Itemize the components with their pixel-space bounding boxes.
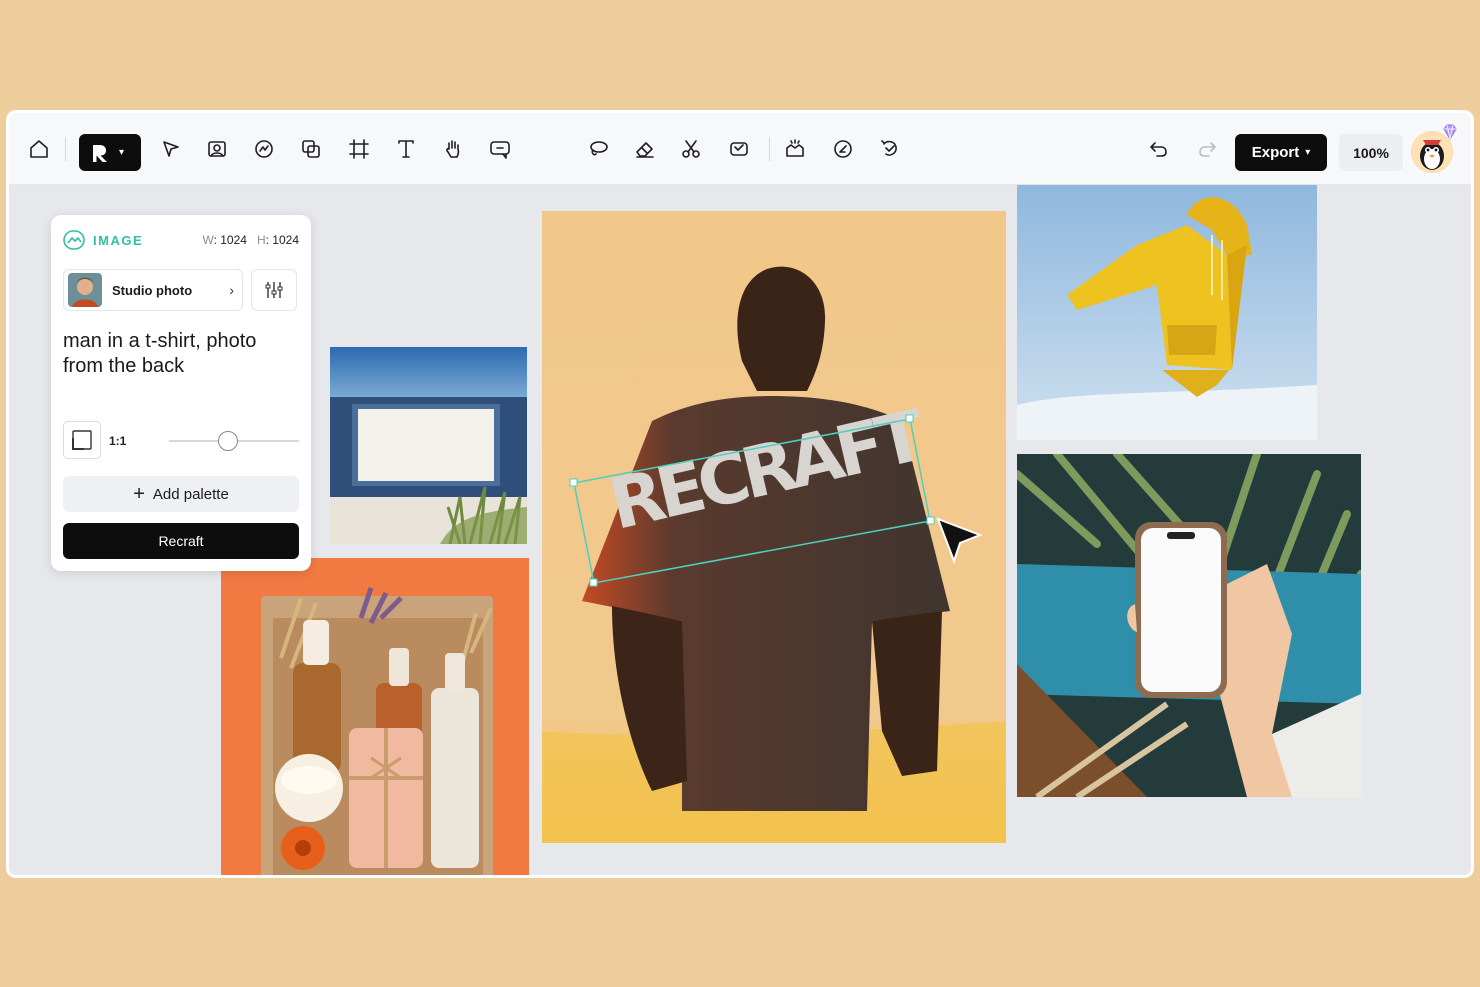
undo-icon[interactable] [1145, 135, 1173, 163]
sliders-icon [265, 282, 283, 298]
panel-type-label: IMAGE [93, 232, 144, 248]
avatar[interactable] [1411, 124, 1457, 173]
redo-icon[interactable] [1193, 135, 1221, 163]
aspect-ratio-label: 1:1 [109, 434, 127, 448]
cursor-icon [936, 517, 983, 564]
upscale-tool-icon[interactable] [781, 135, 809, 163]
chevron-down-icon: ▾ [119, 147, 125, 158]
chevron-right-icon: › [229, 282, 234, 298]
home-icon[interactable] [25, 135, 53, 163]
comment-tool-icon[interactable] [486, 135, 514, 163]
style-selector[interactable]: Studio photo › [63, 269, 243, 311]
magic-edit-icon[interactable] [829, 135, 857, 163]
tool-menu-button[interactable]: ▾ [79, 134, 141, 171]
mockup-tool-icon[interactable] [297, 135, 325, 163]
export-button-label: Export [1251, 144, 1300, 161]
height-label: H [256, 233, 266, 247]
dimensions: W: 1024 H: 1024 [202, 233, 299, 247]
toolbar: ▾ Export ▾ 100% [9, 113, 1471, 185]
scissors-tool-icon[interactable] [677, 135, 705, 163]
lasso-tool-icon[interactable] [584, 135, 612, 163]
chevron-down-icon: ▾ [1305, 147, 1311, 158]
vector-tool-icon[interactable] [250, 135, 278, 163]
divider [65, 137, 66, 161]
frame-tool-icon[interactable] [345, 135, 373, 163]
recraft-button[interactable]: Recraft [63, 523, 299, 559]
phone-image[interactable] [1017, 454, 1361, 797]
width-label: W [202, 233, 214, 247]
variations-tool-icon[interactable] [876, 135, 904, 163]
hoodie-image[interactable] [1017, 185, 1317, 440]
app-window: ▾ Export ▾ 100% RECRAFT IMAGE W: 1024 H:… [6, 110, 1474, 878]
export-button[interactable]: Export ▾ [1235, 134, 1327, 171]
text-tool-icon[interactable] [392, 135, 420, 163]
canvas[interactable]: RECRAFT IMAGE W: 1024 H: 1024 Studio pho… [9, 185, 1471, 875]
aspect-ratio-button[interactable] [63, 421, 101, 459]
cosmetics-image[interactable] [221, 558, 529, 875]
billboard-image[interactable] [330, 347, 527, 544]
hand-tool-icon[interactable] [439, 135, 467, 163]
image-settings-panel: IMAGE W: 1024 H: 1024 Studio photo › man… [51, 215, 311, 571]
image-type-icon [63, 230, 85, 250]
zoom-level-button[interactable]: 100% [1339, 134, 1403, 171]
aspect-ratio-icon [72, 430, 92, 450]
count-slider-knob[interactable] [217, 431, 238, 451]
height-value[interactable]: 1024 [272, 233, 299, 247]
add-palette-label: Add palette [152, 485, 229, 503]
add-palette-button[interactable]: + Add palette [63, 476, 299, 512]
adjustments-button[interactable] [251, 269, 297, 311]
prompt-input[interactable]: man in a t-shirt, photo from the back [63, 329, 299, 379]
select-tool-icon[interactable] [157, 135, 185, 163]
divider [769, 137, 770, 161]
panel-header: IMAGE W: 1024 H: 1024 [63, 229, 299, 251]
plus-icon: + [133, 483, 145, 505]
width-value[interactable]: 1024 [220, 233, 247, 247]
diamond-badge-icon [1443, 124, 1457, 140]
image-frame-tool-icon[interactable] [203, 135, 231, 163]
eraser-tool-icon[interactable] [631, 135, 659, 163]
style-name: Studio photo [112, 282, 193, 298]
remove-background-icon[interactable] [725, 135, 753, 163]
recraft-logo-icon [93, 144, 107, 162]
style-thumbnail [68, 273, 102, 307]
